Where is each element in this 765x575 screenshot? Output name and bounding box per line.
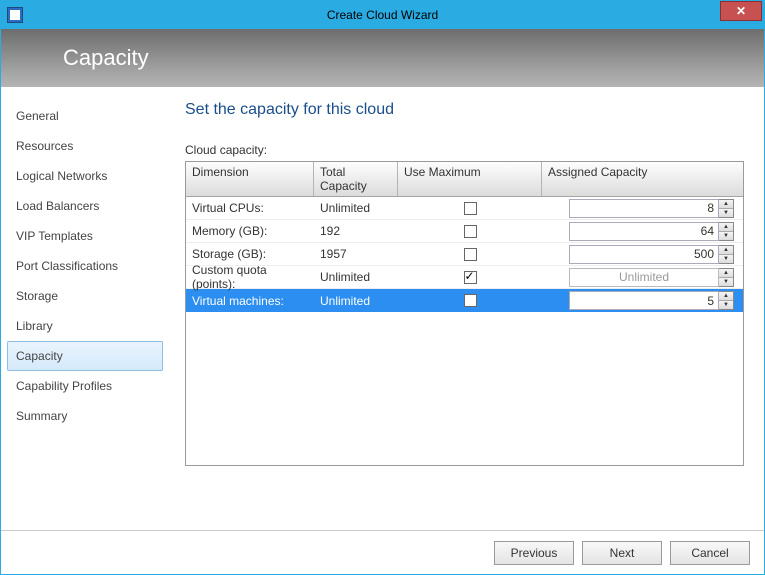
- sidebar-item-port-classifications[interactable]: Port Classifications: [7, 251, 163, 281]
- capacity-grid: Dimension Total Capacity Use Maximum Ass…: [185, 161, 744, 466]
- wizard-body: General Resources Logical Networks Load …: [1, 87, 764, 530]
- spinner-buttons: ▲ ▼: [719, 199, 734, 218]
- assigned-spinner[interactable]: ▲ ▼: [569, 199, 734, 218]
- page-heading: Set the capacity for this cloud: [185, 101, 744, 119]
- next-button[interactable]: Next: [582, 541, 662, 565]
- cancel-button[interactable]: Cancel: [670, 541, 750, 565]
- cell-use-max: [398, 243, 542, 265]
- titlebar: Create Cloud Wizard ✕: [1, 1, 764, 29]
- cell-assigned: ▲ ▼: [542, 220, 738, 242]
- assigned-spinner[interactable]: ▲ ▼: [569, 291, 734, 310]
- use-max-checkbox[interactable]: [464, 202, 477, 215]
- cell-total: Unlimited: [314, 266, 398, 288]
- sidebar-item-resources[interactable]: Resources: [7, 131, 163, 161]
- table-row[interactable]: Custom quota (points): Unlimited Unlimit…: [186, 266, 743, 289]
- sidebar-item-library[interactable]: Library: [7, 311, 163, 341]
- sidebar-item-summary[interactable]: Summary: [7, 401, 163, 431]
- spinner-down-icon[interactable]: ▼: [719, 209, 733, 217]
- spinner-down-icon[interactable]: ▼: [719, 255, 733, 263]
- cell-assigned: ▲ ▼: [542, 289, 738, 312]
- banner-title: Capacity: [63, 45, 149, 71]
- cell-dimension: Custom quota (points):: [186, 266, 314, 288]
- sidebar-item-vip-templates[interactable]: VIP Templates: [7, 221, 163, 251]
- assigned-input[interactable]: [569, 222, 719, 241]
- cell-dimension: Memory (GB):: [186, 220, 314, 242]
- spinner-up-icon[interactable]: ▲: [719, 200, 733, 209]
- use-max-checkbox[interactable]: [464, 294, 477, 307]
- cell-total: Unlimited: [314, 289, 398, 312]
- spinner-down-icon[interactable]: ▼: [719, 232, 733, 240]
- cell-assigned: Unlimited ▲ ▼: [542, 266, 738, 288]
- spinner-buttons: ▲ ▼: [719, 222, 734, 241]
- cell-dimension: Virtual machines:: [186, 289, 314, 312]
- close-button[interactable]: ✕: [720, 1, 762, 21]
- use-max-checkbox[interactable]: [464, 271, 477, 284]
- cell-dimension: Storage (GB):: [186, 243, 314, 265]
- wizard-footer: Previous Next Cancel: [1, 530, 764, 574]
- window-title: Create Cloud Wizard: [1, 8, 764, 22]
- close-icon: ✕: [736, 4, 746, 18]
- cell-total: 1957: [314, 243, 398, 265]
- assigned-spinner: Unlimited ▲ ▼: [569, 268, 734, 287]
- spinner-up-icon[interactable]: ▲: [719, 292, 733, 301]
- cell-dimension: Virtual CPUs:: [186, 197, 314, 219]
- sidebar-item-capability-profiles[interactable]: Capability Profiles: [7, 371, 163, 401]
- use-max-checkbox[interactable]: [464, 248, 477, 261]
- assigned-input[interactable]: [569, 291, 719, 310]
- cell-total: Unlimited: [314, 197, 398, 219]
- cell-use-max: [398, 289, 542, 312]
- section-label-cloud-capacity: Cloud capacity:: [185, 143, 744, 157]
- col-header-total-capacity[interactable]: Total Capacity: [314, 162, 398, 196]
- spinner-down-icon: ▼: [719, 278, 733, 286]
- spinner-down-icon[interactable]: ▼: [719, 301, 733, 309]
- table-row[interactable]: Virtual CPUs: Unlimited ▲ ▼: [186, 197, 743, 220]
- spinner-up-icon[interactable]: ▲: [719, 223, 733, 232]
- spinner-up-icon: ▲: [719, 269, 733, 278]
- previous-button[interactable]: Previous: [494, 541, 574, 565]
- sidebar-item-logical-networks[interactable]: Logical Networks: [7, 161, 163, 191]
- grid-body: Virtual CPUs: Unlimited ▲ ▼: [186, 197, 743, 465]
- assigned-input[interactable]: [569, 199, 719, 218]
- spinner-buttons: ▲ ▼: [719, 291, 734, 310]
- cell-use-max: [398, 220, 542, 242]
- grid-header: Dimension Total Capacity Use Maximum Ass…: [186, 162, 743, 197]
- col-header-use-maximum[interactable]: Use Maximum: [398, 162, 542, 196]
- cell-total: 192: [314, 220, 398, 242]
- cell-assigned: ▲ ▼: [542, 243, 738, 265]
- assigned-spinner[interactable]: ▲ ▼: [569, 245, 734, 264]
- cell-use-max: [398, 266, 542, 288]
- spinner-buttons: ▲ ▼: [719, 268, 734, 287]
- wizard-steps-sidebar: General Resources Logical Networks Load …: [1, 87, 169, 530]
- sidebar-item-general[interactable]: General: [7, 101, 163, 131]
- sidebar-item-storage[interactable]: Storage: [7, 281, 163, 311]
- assigned-spinner[interactable]: ▲ ▼: [569, 222, 734, 241]
- sidebar-item-load-balancers[interactable]: Load Balancers: [7, 191, 163, 221]
- spinner-up-icon[interactable]: ▲: [719, 246, 733, 255]
- table-row[interactable]: Virtual machines: Unlimited ▲ ▼: [186, 289, 743, 312]
- col-header-dimension[interactable]: Dimension: [186, 162, 314, 196]
- wizard-banner: Capacity: [1, 29, 764, 87]
- wizard-main-panel: Set the capacity for this cloud Cloud ca…: [169, 87, 764, 530]
- cell-use-max: [398, 197, 542, 219]
- assigned-input-disabled: Unlimited: [569, 268, 719, 287]
- col-header-assigned-capacity[interactable]: Assigned Capacity: [542, 162, 738, 196]
- spinner-buttons: ▲ ▼: [719, 245, 734, 264]
- assigned-input[interactable]: [569, 245, 719, 264]
- sidebar-item-capacity[interactable]: Capacity: [7, 341, 163, 371]
- table-row[interactable]: Memory (GB): 192 ▲ ▼: [186, 220, 743, 243]
- cell-assigned: ▲ ▼: [542, 197, 738, 219]
- use-max-checkbox[interactable]: [464, 225, 477, 238]
- wizard-window: Create Cloud Wizard ✕ Capacity General R…: [0, 0, 765, 575]
